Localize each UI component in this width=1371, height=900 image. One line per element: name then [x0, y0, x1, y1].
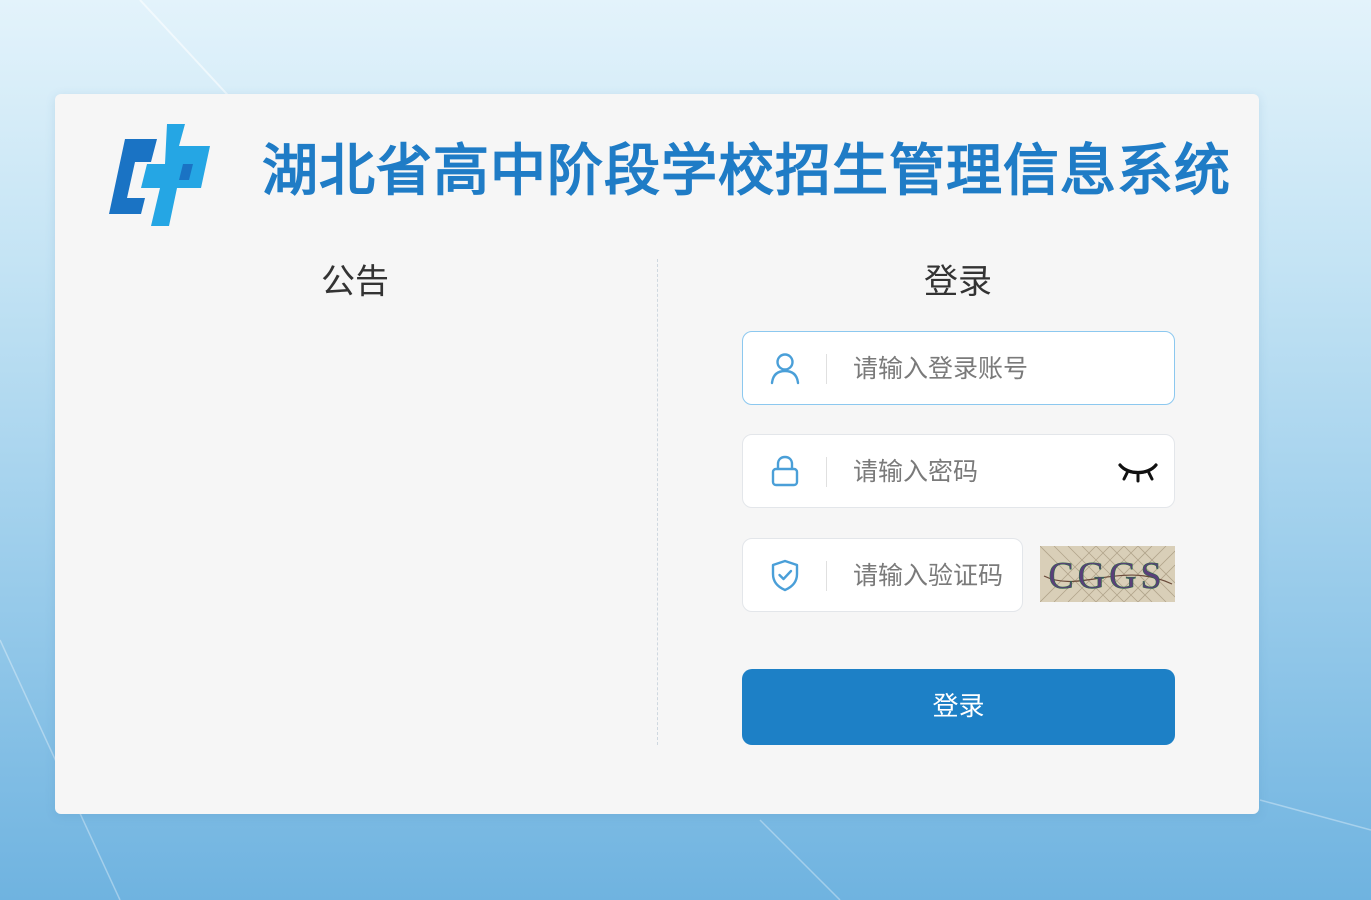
password-input[interactable]: [853, 449, 1083, 493]
account-field: [742, 331, 1175, 405]
account-field-separator: [826, 354, 827, 384]
hubei-exam-logo-icon: [109, 124, 210, 226]
page-title: 湖北省高中阶段学校招生管理信息系统: [262, 139, 1231, 204]
user-icon: [770, 353, 800, 385]
eye-closed-icon[interactable]: [1116, 459, 1160, 485]
password-field-separator: [826, 457, 827, 487]
login-button[interactable]: 登录: [742, 669, 1175, 745]
captcha-image[interactable]: CGGS: [1040, 546, 1175, 602]
login-heading: 登录: [924, 262, 992, 302]
section-divider: [657, 259, 658, 745]
captcha-text: CGGS: [1048, 555, 1165, 597]
captcha-field-separator: [826, 561, 827, 591]
account-input[interactable]: [853, 346, 1153, 390]
lock-icon: [771, 455, 799, 487]
captcha-field: [742, 538, 1023, 612]
captcha-input[interactable]: [853, 553, 1013, 597]
notice-heading: 公告: [321, 262, 389, 302]
shield-check-icon: [771, 559, 799, 592]
login-card: 湖北省高中阶段学校招生管理信息系统 公告 登录 请输入登录账号 请输入验证码 登…: [55, 94, 1259, 814]
password-field: [742, 434, 1175, 508]
